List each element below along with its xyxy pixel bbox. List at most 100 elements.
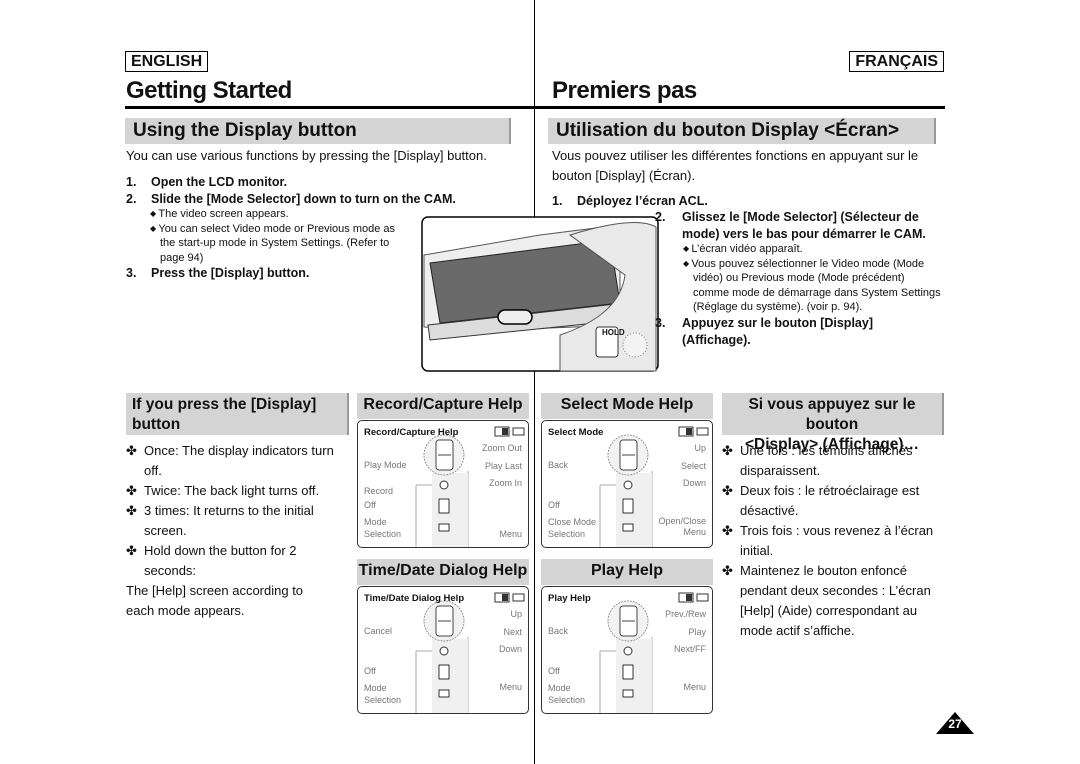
press-list-line: 3 times: It returns to the initial [144, 503, 314, 518]
step-1-french: 1. Déployez l’écran ACL. [552, 193, 708, 210]
bullets-english: ◆ The video screen appears. ◆ You can se… [150, 207, 395, 265]
help-screen-title: Time/Date Dialog Help [364, 593, 465, 604]
camcorder-illustration [421, 216, 659, 372]
control-label-left: Selection [548, 529, 586, 539]
intro-english: You can use various functions by pressin… [126, 148, 487, 163]
press-list-item: ✤ Once: The display indicators turn off. [126, 441, 341, 481]
subheading-line: Si vous appuyez sur le bouton [748, 396, 916, 433]
press-list-line: off. [144, 463, 162, 478]
cross-bullet-icon: ✤ [722, 523, 733, 538]
step-text: Slide the [Mode Selector] down to turn o… [151, 192, 456, 206]
step-number: 3. [126, 266, 137, 280]
control-label-right: Select [680, 461, 706, 471]
bullet-item: ◆ Vous pouvez sélectionner le Video mode… [683, 257, 925, 270]
control-label-left: Cancel [364, 626, 393, 636]
page-number: 27 [948, 717, 962, 731]
step-text: Open the LCD monitor. [151, 175, 288, 189]
press-list-line: pendant deux secondes : L’écran [740, 583, 931, 598]
control-label-left: Back [548, 626, 569, 636]
control-label-right: Up [694, 443, 706, 453]
control-label-right: Next [503, 627, 522, 637]
column-divider [534, 0, 535, 764]
control-label-right: Menu [499, 682, 522, 692]
control-label-right: Down [498, 644, 522, 654]
step-text: (Affichage). [682, 333, 751, 347]
subheading-line: button [132, 416, 181, 433]
press-list-line: Deux fois : le rétroéclairage est [740, 483, 920, 498]
press-list-french: ✤ Une fois : les témoins affichés disparai… [722, 441, 947, 641]
control-label-right: Menu [499, 529, 522, 539]
help-screen-title: Select Mode [548, 427, 604, 438]
step-text: Press the [Display] button. [151, 266, 310, 280]
control-label-left: Play Mode [364, 460, 407, 470]
help-screen-title: Play Help [548, 593, 591, 604]
control-label-left: Mode [364, 517, 387, 527]
subheading-english: If you press the [Display] button [126, 393, 349, 435]
bullet-continuation: comme mode de démarrage dans System Sett… [693, 286, 941, 299]
cross-bullet-icon: ✤ [126, 503, 137, 518]
help-panel-heading: Select Mode Help [541, 393, 713, 419]
control-label-right: Menu [683, 527, 706, 537]
press-list-line: Maintenez le bouton enfoncé [740, 563, 907, 578]
control-label-left: Mode [364, 683, 387, 693]
press-list-line: The [Help] screen according to [126, 583, 304, 598]
control-label-left: Mode [548, 683, 571, 693]
language-label-english: ENGLISH [125, 51, 209, 72]
bullet-item: ◆ You can select Video mode or Previous … [150, 222, 396, 235]
control-label-right: Play Last [484, 461, 522, 471]
control-label-left: Off [364, 666, 376, 676]
step-text: Glissez le [Mode Selector] (Sélecteur de [682, 210, 919, 224]
control-label-left: Record [364, 486, 394, 496]
press-list-line: initial. [740, 543, 774, 558]
press-list-line: seconds: [144, 563, 197, 578]
control-label-right: Next/FF [673, 644, 706, 654]
press-list-item: ✤ Twice: The back light turns off. [126, 481, 341, 501]
step-3-french: 3. Appuyez sur le bouton [Display] (Affi… [655, 315, 873, 349]
control-label-left: Selection [364, 695, 402, 705]
control-label-right: Open/Close [658, 516, 706, 526]
help-screen-title: Record/Capture Help [364, 427, 459, 438]
control-label-left: Selection [548, 695, 586, 705]
press-list-english: ✤ Once: The display indicators turn off. ✤ T… [126, 441, 341, 621]
press-list-line: screen. [144, 523, 187, 538]
press-list-line: Twice: The back light turns off. [144, 483, 320, 498]
step-text: Appuyez sur le bouton [Display] [682, 316, 873, 330]
control-label-right: Down [682, 478, 706, 488]
press-list-item: ✤ Hold down the button for 2 seconds: The [… [126, 541, 341, 621]
page-title-french: Premiers pas [552, 77, 697, 104]
control-label-left: Off [364, 500, 376, 510]
press-list-item: ✤ Maintenez le bouton enfoncé pendant deux… [722, 561, 947, 641]
control-label-left: Selection [364, 529, 402, 539]
bullet-continuation: vidéo) ou Previous mode (Mode précédent) [693, 272, 905, 284]
help-screen-panel: Select Mode Back Off Close Mode Selection Up S… [541, 420, 713, 548]
control-label-right: Menu [683, 682, 706, 692]
subheading-line: If you press the [Display] [132, 396, 317, 413]
step-number: 1. [552, 194, 563, 208]
press-list-line: disparaissent. [740, 463, 821, 478]
control-label-left: Back [548, 460, 569, 470]
step-number: 1. [126, 175, 137, 189]
control-label-right: Play [688, 627, 706, 637]
step-text: Déployez l’écran ACL. [577, 194, 708, 208]
help-screen-panel: Record/Capture Help Play Mode Record Off Mod… [357, 420, 529, 548]
control-label-right: Zoom In [488, 478, 522, 488]
press-list-line: each mode appears. [126, 603, 245, 618]
help-panel-heading: Time/Date Dialog Help [357, 559, 529, 585]
cross-bullet-icon: ✤ [722, 443, 733, 458]
cross-bullet-icon: ✤ [722, 483, 733, 498]
control-label-left: Close Mode [548, 517, 597, 527]
cross-bullet-icon: ✤ [722, 563, 733, 578]
control-label-right: Up [510, 609, 522, 619]
step-2-french: 2. Glissez le [Mode Selector] (Sélecteur… [655, 209, 926, 243]
help-panel-heading: Play Help [541, 559, 713, 585]
bullet-item: ◆ L’écran vidéo apparaît. [683, 243, 803, 255]
press-list-item: ✤ Deux fois : le rétroéclairage est désact… [722, 481, 947, 521]
bullet-continuation: page 94) [160, 251, 204, 264]
hold-label: HOLD [602, 328, 625, 337]
intro-line: Vous pouvez utiliser les différentes fon… [552, 148, 919, 163]
step-number: 3. [655, 316, 666, 330]
bullets-french: ◆ L’écran vidéo apparaît. ◆ Vous pouvez … [683, 242, 941, 315]
control-label-right: Zoom Out [481, 443, 522, 453]
press-list-line: Hold down the button for 2 [144, 543, 297, 558]
help-panel-heading: Record/Capture Help [357, 393, 529, 419]
